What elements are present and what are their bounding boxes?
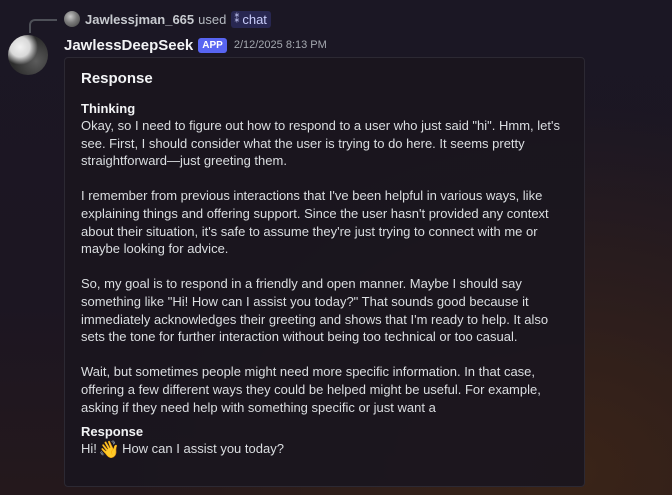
author-name[interactable]: JawlessDeepSeek [64, 37, 193, 54]
command-name: chat [242, 11, 267, 27]
reply-avatar[interactable] [64, 11, 80, 27]
thinking-paragraph: So, my goal is to respond in a friendly … [81, 276, 549, 345]
slash-command-icon: ⁑ [234, 13, 240, 25]
reply-connector-line [29, 19, 57, 33]
thinking-paragraph: Wait, but sometimes people might need mo… [81, 364, 541, 415]
thinking-paragraph: I remember from previous interactions th… [81, 188, 549, 257]
waving-hand-icon: 👋 [98, 440, 121, 460]
app-badge: APP [198, 37, 227, 53]
response-field-name: Response [81, 424, 144, 440]
reply-username[interactable]: Jawlessjman_665 [85, 12, 194, 27]
response-field: Response Hi! 👋 How can I assist you today? [81, 423, 568, 458]
thinking-paragraph: Okay, so I need to figure out how to res… [81, 118, 560, 169]
reply-reference[interactable]: Jawlessjman_665 used ⁑ chat [64, 10, 271, 28]
reply-used-text: used [198, 11, 227, 27]
thinking-field: Thinking Okay, so I need to figure out h… [81, 100, 568, 416]
thinking-field-value: Okay, so I need to figure out how to res… [81, 117, 568, 416]
message-timestamp[interactable]: 2/12/2025 8:13 PM [234, 39, 327, 51]
thinking-field-name: Thinking [81, 101, 136, 116]
response-field-value: Hi! 👋 How can I assist you today? [81, 440, 568, 458]
command-chip[interactable]: ⁑ chat [231, 10, 271, 28]
response-text-end: How can I assist you today? [122, 441, 284, 457]
avatar[interactable] [8, 35, 48, 75]
response-text-start: Hi! [81, 441, 97, 457]
embed-title: Response [81, 70, 153, 87]
message-header: JawlessDeepSeek APP 2/12/2025 8:13 PM [64, 35, 327, 55]
response-embed: Response Thinking Okay, so I need to fig… [64, 57, 585, 487]
